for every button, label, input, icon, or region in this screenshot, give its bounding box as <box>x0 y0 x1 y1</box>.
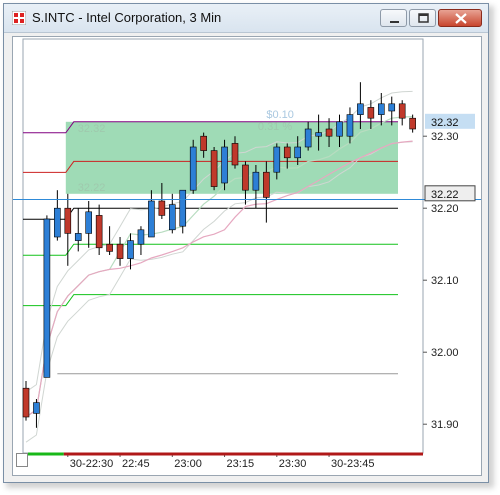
candle-body[interactable] <box>231 143 239 166</box>
x-tick-label: 22:45 <box>122 458 150 470</box>
zone-range-label: $0.10 <box>266 109 294 121</box>
candle-body[interactable] <box>273 146 281 173</box>
app-icon <box>12 11 26 25</box>
maximize-button[interactable] <box>409 9 436 27</box>
y-tick-label: 31.90 <box>431 419 459 431</box>
candle-body[interactable] <box>137 229 145 245</box>
chart-window: S.INTC - Intel Corporation, 3 Min 32.32 3… <box>3 3 489 483</box>
candle-body[interactable] <box>54 207 61 238</box>
candle-body[interactable] <box>252 171 260 191</box>
chart-area[interactable]: 32.32 32.22 $0.10 0.31 % 32.30 32.20 32.10 32.0… <box>12 36 482 476</box>
x-tick-label: 30-23:45 <box>331 458 374 470</box>
candle-body[interactable] <box>43 218 51 378</box>
scroll-corner-box[interactable] <box>16 453 28 467</box>
price-marker-label: 32.22 <box>431 189 459 201</box>
y-tick-label: 32.00 <box>431 347 459 359</box>
candle-body[interactable] <box>336 121 343 137</box>
candle-body[interactable] <box>263 171 270 198</box>
candle-body[interactable] <box>388 103 396 112</box>
plot-area[interactable] <box>22 38 424 454</box>
zone-top-label: 32.32 <box>78 123 106 135</box>
x-tick-label: 23:15 <box>227 458 255 470</box>
zone-bottom-label: 32.22 <box>78 182 106 194</box>
candle-body[interactable] <box>210 150 218 187</box>
candle-body[interactable] <box>283 146 291 159</box>
candle-body[interactable] <box>325 128 333 137</box>
candle-body[interactable] <box>409 117 416 130</box>
candle-body[interactable] <box>357 103 364 115</box>
price-marker-label: 32.32 <box>431 117 459 129</box>
x-tick-label: 23:30 <box>279 458 307 470</box>
candle-body[interactable] <box>179 189 187 227</box>
candle-body[interactable] <box>315 132 322 137</box>
title-bar[interactable]: S.INTC - Intel Corporation, 3 Min <box>4 4 488 33</box>
maximize-icon <box>418 13 429 23</box>
x-tick-label: 23:00 <box>174 458 202 470</box>
window-title: S.INTC - Intel Corporation, 3 Min <box>32 10 222 25</box>
candle-body[interactable] <box>127 240 134 259</box>
candle-body[interactable] <box>106 243 113 252</box>
y-tick-label: 32.10 <box>431 275 459 287</box>
candle-body[interactable] <box>116 243 124 259</box>
candle-body[interactable] <box>377 103 385 115</box>
candle-body[interactable] <box>148 200 155 238</box>
candle-body[interactable] <box>346 114 354 137</box>
candle-body[interactable] <box>33 402 40 414</box>
candle-body[interactable] <box>95 215 103 249</box>
candle-body[interactable] <box>169 204 176 231</box>
y-tick-label: 32.20 <box>431 203 459 215</box>
close-icon <box>455 13 467 24</box>
candle-body[interactable] <box>304 128 312 148</box>
candle-body[interactable] <box>398 103 406 119</box>
candle-body[interactable] <box>189 146 197 191</box>
candle-body[interactable] <box>22 387 30 418</box>
candle-body[interactable] <box>242 164 249 191</box>
candle-body[interactable] <box>158 200 166 216</box>
candle-body[interactable] <box>74 233 82 241</box>
candle-body[interactable] <box>200 135 207 151</box>
candle-body[interactable] <box>64 207 72 234</box>
price-chart[interactable]: 32.32 32.22 $0.100.31 % 32.30 32.20 32.10 32.0… <box>13 37 481 475</box>
candle-body[interactable] <box>85 211 92 234</box>
close-button[interactable] <box>438 9 482 27</box>
candle-body[interactable] <box>294 146 302 159</box>
zone-percent-label: 0.31 % <box>258 121 292 133</box>
candle-body[interactable] <box>367 107 375 119</box>
candle-body[interactable] <box>221 146 228 184</box>
minimize-button[interactable] <box>380 9 407 27</box>
x-tick-label: 30-22:30 <box>70 458 113 470</box>
minimize-icon <box>390 21 399 23</box>
y-tick-label: 32.30 <box>431 131 459 143</box>
